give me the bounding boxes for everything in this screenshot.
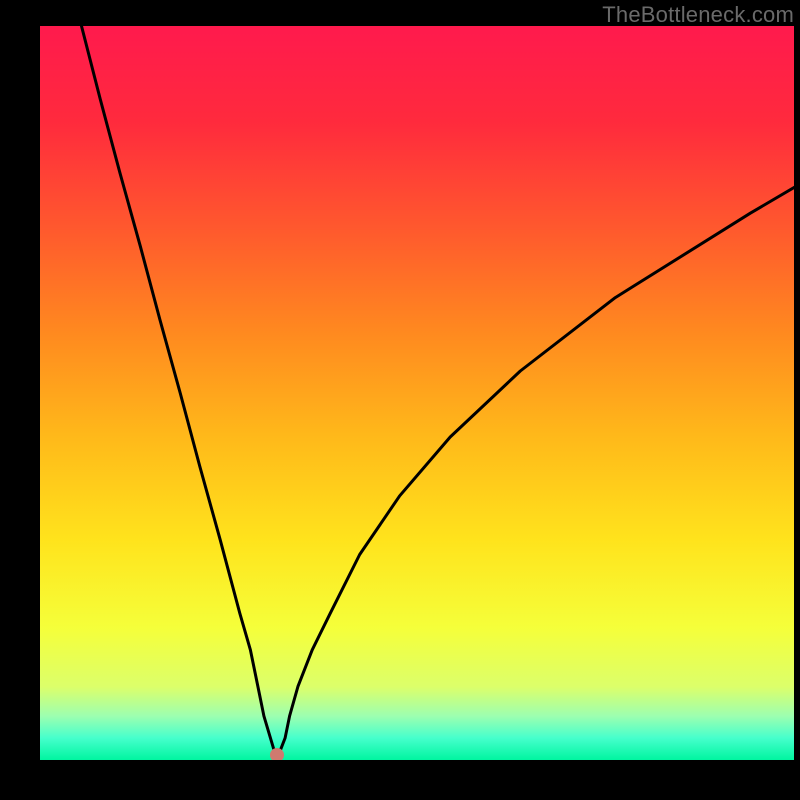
watermark-text: TheBottleneck.com: [602, 2, 794, 28]
bottleneck-curve: [40, 26, 794, 760]
plot-area: [40, 26, 794, 760]
minimum-point-marker: [270, 748, 284, 760]
curve-left-branch: [82, 26, 279, 754]
curve-right-branch: [278, 188, 794, 756]
chart-frame: TheBottleneck.com: [0, 0, 800, 800]
